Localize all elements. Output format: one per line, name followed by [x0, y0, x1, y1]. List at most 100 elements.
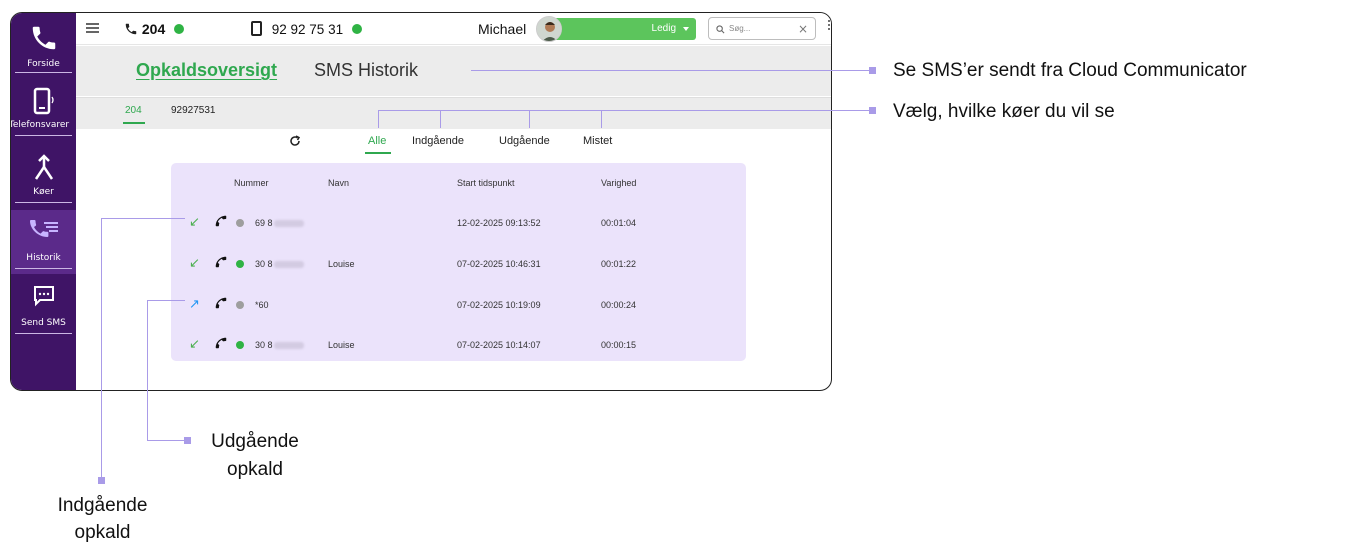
page-header: Opkaldsoversigt SMS Historik: [76, 46, 831, 96]
cell-number: 69 8: [255, 218, 304, 228]
sidebar-item-send-sms[interactable]: Send SMS: [11, 275, 76, 339]
cell-start: 07-02-2025 10:14:07: [457, 340, 541, 350]
annotation-queues: Vælg, hvilke køer du vil se: [893, 101, 1115, 122]
annotation-line: [101, 218, 185, 219]
app-grid-icon[interactable]: [828, 20, 831, 34]
column-header-number: Nummer: [234, 178, 269, 188]
annotation-line: [529, 110, 530, 128]
filter-mistet[interactable]: Mistet: [583, 135, 612, 147]
column-header-start: Start tidspunkt: [457, 178, 515, 188]
user-name: Michael: [478, 21, 527, 37]
annotation-marker: [869, 67, 876, 74]
cell-number: *60: [255, 300, 269, 310]
active-underline: [123, 122, 145, 124]
tab-sms-historik[interactable]: SMS Historik: [314, 60, 418, 81]
cell-start: 07-02-2025 10:46:31: [457, 259, 541, 269]
phone-icon[interactable]: [214, 255, 228, 269]
call-table: Nummer Navn Start tidspunkt Varighed ↙ 6…: [171, 163, 746, 361]
divider: [15, 202, 72, 203]
annotation-line: [471, 70, 871, 71]
sidebar-item-label: Telefonsvarer: [10, 120, 70, 130]
filter-udgaaende[interactable]: Udgående: [499, 135, 550, 147]
avatar[interactable]: [536, 16, 562, 42]
sms-icon: [33, 286, 54, 307]
cell-number: 30 8: [255, 340, 304, 350]
column-header-name: Navn: [328, 178, 350, 188]
merge-arrow-icon: [34, 154, 53, 180]
queue-tabs: 204 92927531: [76, 97, 831, 129]
phone-icon[interactable]: [214, 336, 228, 350]
incoming-call-icon: ↙: [189, 256, 200, 271]
active-underline: [365, 152, 391, 154]
sidebar-item-label: Send SMS: [21, 318, 66, 328]
phone-icon: [32, 26, 55, 50]
cell-name: Louise: [328, 259, 355, 269]
sidebar-item-label: Forside: [27, 59, 60, 69]
queue-tab-204[interactable]: 204: [123, 105, 145, 124]
status-dropdown[interactable]: Ledig: [554, 18, 696, 40]
sidebar-item-label: Historik: [26, 253, 61, 263]
queue-label: 204: [125, 105, 142, 116]
chevron-down-icon: [683, 27, 689, 31]
mobile-status[interactable]: 92 92 75 31: [251, 21, 362, 37]
cell-number: 30 8: [255, 259, 304, 269]
table-row[interactable]: ↙ 69 8 12-02-2025 09:13:52 00:01:04: [171, 215, 746, 258]
incoming-call-icon: ↙: [189, 337, 200, 352]
sidebar-item-historik[interactable]: Historik: [11, 210, 76, 274]
filter-alle[interactable]: Alle: [365, 135, 391, 154]
annotation-incoming: Indgående opkald: [57, 495, 148, 543]
status-dot: [236, 301, 244, 309]
tab-opkaldsoversigt[interactable]: Opkaldsoversigt: [136, 60, 277, 81]
close-icon[interactable]: ×: [798, 22, 808, 36]
call-history-icon: [29, 220, 58, 237]
mobile-number: 92 92 75 31: [271, 22, 344, 37]
annotation-sms: Se SMS’er sendt fra Cloud Communicator: [893, 60, 1247, 81]
phone-icon[interactable]: [214, 214, 228, 228]
status-dot: [236, 260, 244, 268]
cell-duration: 00:01:04: [601, 218, 637, 228]
annotation-line: [440, 110, 441, 128]
annotation-line: [147, 440, 187, 441]
sidebar-item-telefonsvarer[interactable]: Telefonsvarer: [11, 79, 76, 143]
status-dot: [174, 24, 185, 34]
cell-start: 07-02-2025 10:19:09: [457, 300, 541, 310]
annotation-line: [101, 218, 102, 480]
search-placeholder: Søg...: [729, 24, 751, 33]
cell-duration: 00:01:22: [601, 259, 637, 269]
outgoing-call-icon: ↗: [189, 297, 200, 312]
annotation-line: [147, 300, 185, 301]
sidebar-item-label: Køer: [33, 187, 54, 197]
search-icon: [716, 25, 725, 34]
annotation-line: [378, 110, 379, 128]
menu-icon[interactable]: [86, 23, 99, 33]
sidebar-item-koer[interactable]: Køer: [11, 143, 76, 207]
annotation-line: [601, 110, 602, 128]
divider: [15, 333, 72, 334]
extension-number: 204: [141, 21, 166, 37]
divider: [15, 135, 72, 136]
annotation-marker: [98, 477, 105, 484]
search-input[interactable]: Søg... ×: [708, 17, 816, 40]
status-dot: [351, 24, 362, 34]
filter-indgaaende[interactable]: Indgående: [412, 135, 464, 147]
mobile-icon: [251, 21, 262, 36]
status-dot: [236, 341, 244, 349]
status-dot: [236, 219, 244, 227]
annotation-outgoing: Udgående opkald: [211, 431, 299, 480]
phone-icon[interactable]: [214, 296, 228, 310]
sidebar-item-forside[interactable]: Forside: [11, 13, 76, 77]
divider: [15, 72, 72, 73]
top-bar: 204 92 92 75 31 Michael Ledig Søg... ×: [76, 13, 831, 45]
annotation-marker: [869, 107, 876, 114]
queue-tab-mobile[interactable]: 92927531: [171, 105, 216, 116]
table-row[interactable]: ↙ 30 8 Louise 07-02-2025 10:46:31 00:01:…: [171, 256, 746, 299]
extension-status[interactable]: 204: [124, 21, 185, 37]
voicemail-phone-icon: [33, 87, 54, 115]
refresh-icon[interactable]: [289, 135, 301, 147]
table-row[interactable]: ↗ *60 07-02-2025 10:19:09 00:00:24: [171, 297, 746, 340]
table-row[interactable]: ↙ 30 8 Louise 07-02-2025 10:14:07 00:00:…: [171, 337, 746, 380]
cell-duration: 00:00:24: [601, 300, 637, 310]
incoming-call-icon: ↙: [189, 215, 200, 230]
cell-duration: 00:00:15: [601, 340, 637, 350]
annotation-marker: [184, 437, 191, 444]
